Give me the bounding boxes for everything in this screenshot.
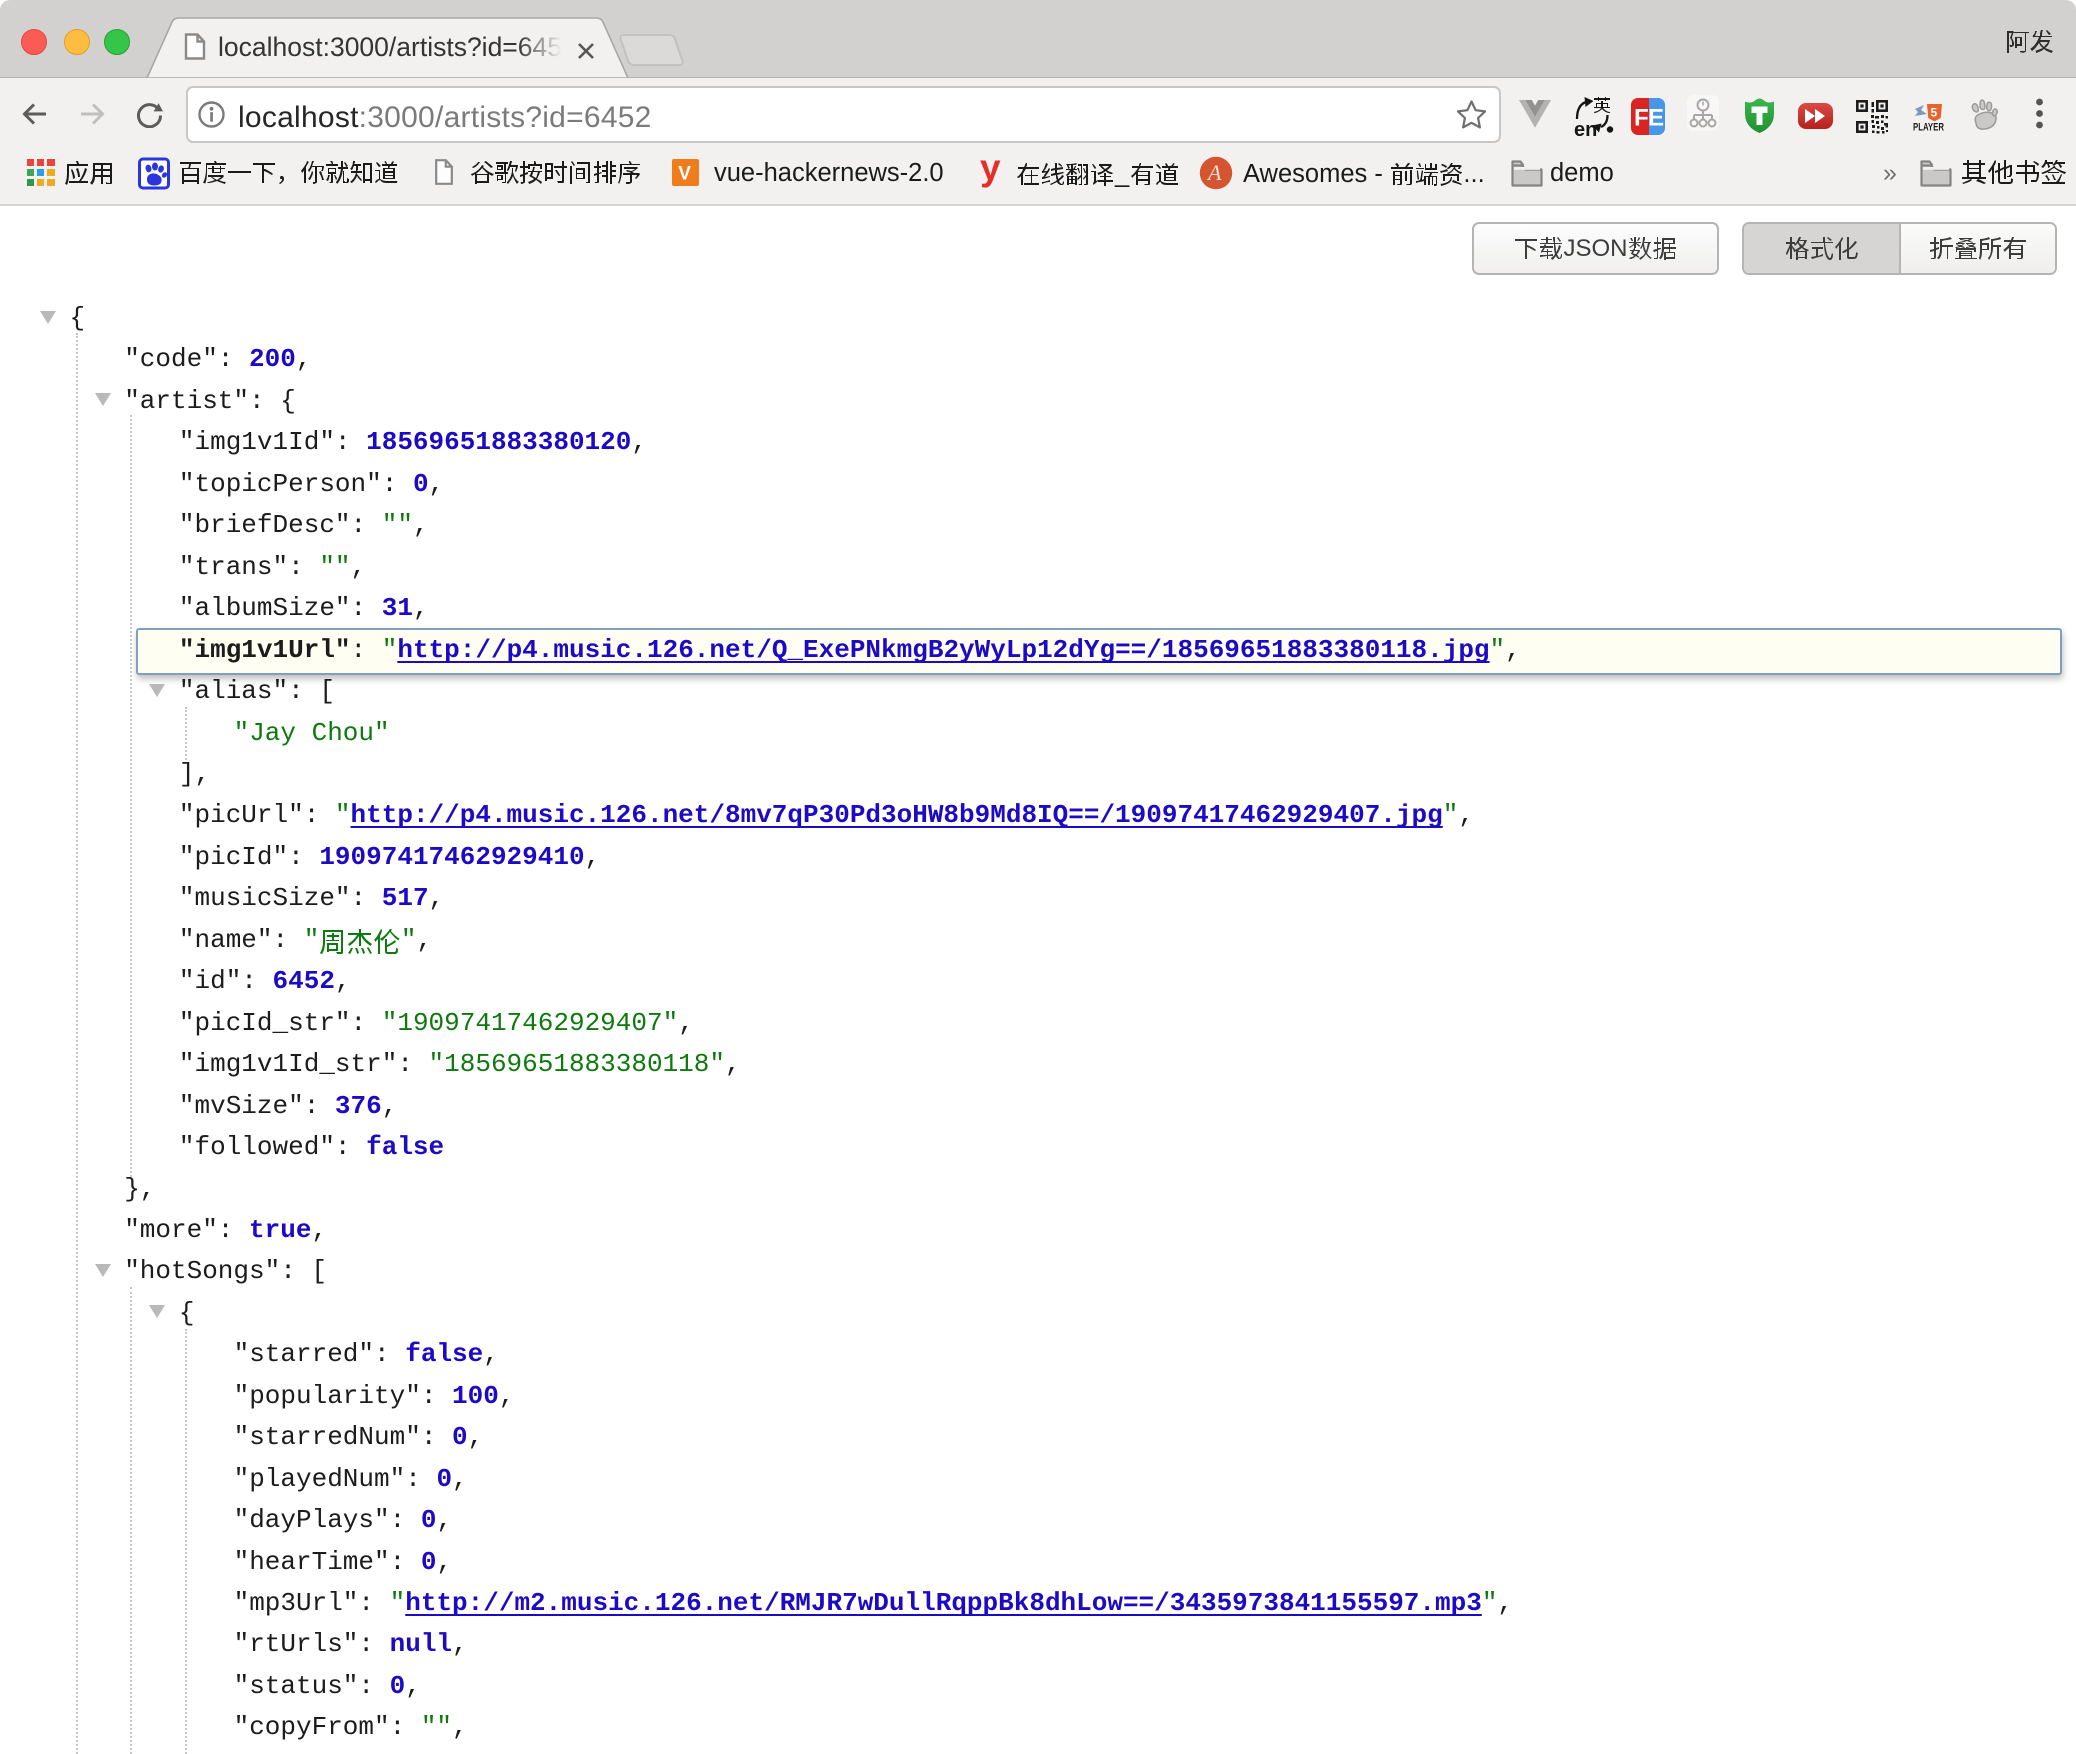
svg-text:PLAYER: PLAYER xyxy=(1913,122,1944,134)
svg-text:F: F xyxy=(1634,105,1649,132)
svg-text:V: V xyxy=(678,163,691,184)
svg-text:5: 5 xyxy=(1931,106,1938,120)
svg-text:A: A xyxy=(1206,160,1222,185)
svg-text:E: E xyxy=(1648,105,1664,132)
